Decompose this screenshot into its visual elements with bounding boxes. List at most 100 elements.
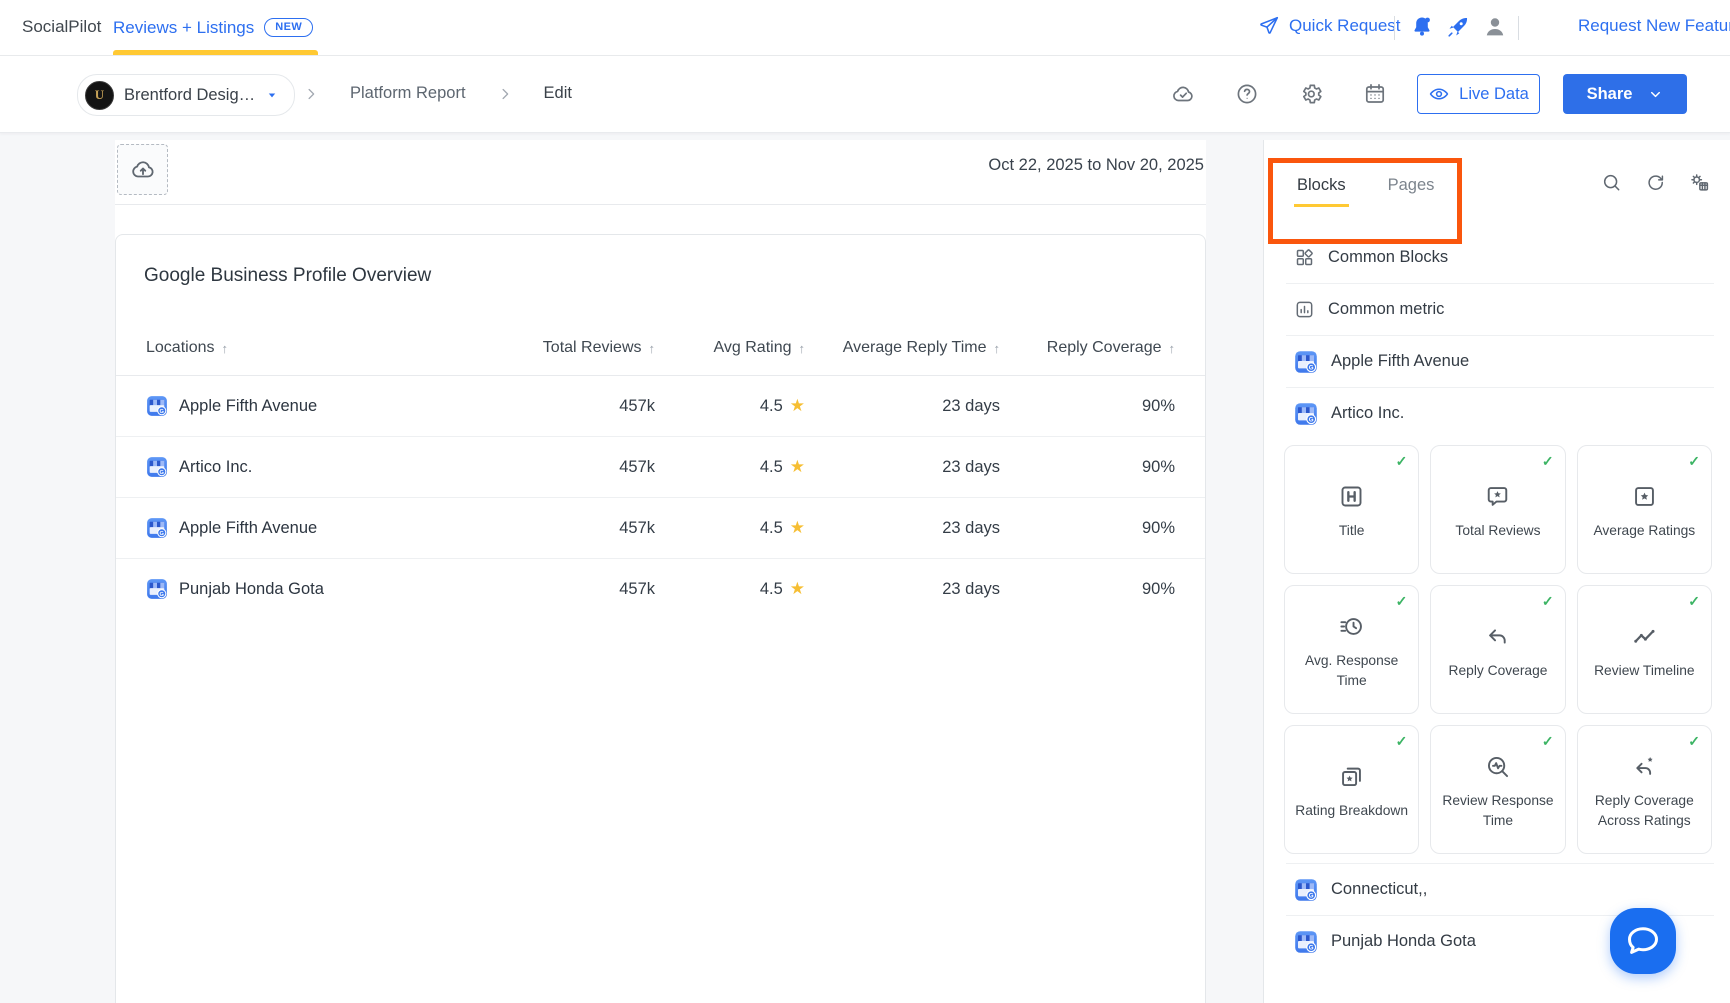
block-card-label: Reply Coverage	[1448, 662, 1548, 678]
account-name: Brentford Desig…	[124, 85, 256, 104]
report-date-range: Oct 22, 2025 to Nov 20, 2025	[988, 156, 1204, 174]
column-header-total-reviews[interactable]: Total Reviews ↑	[505, 339, 655, 357]
block-settings-icon[interactable]	[1689, 172, 1710, 193]
sort-arrow-icon[interactable]: ↑	[1169, 341, 1176, 356]
notifications-bell-icon[interactable]	[1410, 15, 1434, 39]
refresh-icon[interactable]	[1645, 172, 1666, 193]
check-icon: ✓	[1688, 453, 1700, 469]
total-reviews-value: 457k	[619, 518, 655, 537]
chevron-down-icon	[1651, 91, 1661, 97]
avg-rating-value: 4.5 ★	[759, 396, 805, 415]
eye-icon	[1429, 88, 1449, 100]
block-card-review-timeline[interactable]: ✓ Review Timeline	[1576, 585, 1712, 714]
paper-plane-icon	[1260, 16, 1279, 34]
column-header-locations[interactable]: Locations ↑	[146, 339, 505, 357]
column-header-avg-rating[interactable]: Avg Rating ↑	[655, 339, 805, 357]
breadcrumb-platform-report[interactable]: Platform Report	[350, 84, 466, 103]
sort-arrow-icon[interactable]: ↑	[222, 341, 229, 356]
report-canvas: Oct 22, 2025 to Nov 20, 2025 Google Busi…	[115, 140, 1206, 1003]
sidebar-item-label: Connecticut,,	[1331, 880, 1428, 898]
avg-rating-value: 4.5 ★	[759, 579, 805, 598]
reply-arrow-icon	[1489, 629, 1507, 644]
sidebar-item-common-blocks[interactable]: Common Blocks	[1286, 232, 1714, 284]
table-header-row: Locations ↑ Total Reviews ↑ Avg Rating ↑…	[116, 287, 1205, 376]
tab-reviews-listings[interactable]: Reviews + Listings NEW	[113, 0, 314, 55]
gbp-overview-card: Google Business Profile Overview Locatio…	[115, 234, 1206, 1003]
sidebar-tabs: Blocks Pages	[1294, 176, 1437, 207]
block-card-reply-coverage[interactable]: ✓ Reply Coverage	[1430, 585, 1566, 714]
check-icon: ✓	[1688, 733, 1700, 749]
block-card-average-ratings[interactable]: ✓ Average Ratings	[1576, 445, 1712, 574]
location-cell: Punjab Honda Gota	[146, 578, 505, 600]
sidebar-item-common-metric[interactable]: Common metric	[1286, 284, 1714, 336]
whats-new-rocket-icon[interactable]	[1446, 15, 1470, 39]
reply-star-icon	[1636, 757, 1653, 776]
table-row: Apple Fifth Avenue 457k 4.5 ★ 23 days 90%	[116, 376, 1205, 437]
quick-request-button[interactable]: Quick Request	[1258, 15, 1401, 37]
blocks-sidebar: Blocks Pages Common Blocks Common metric…	[1263, 140, 1730, 1003]
active-tab-underline	[113, 50, 318, 55]
star-icon: ★	[789, 396, 805, 415]
google-business-profile-icon	[1294, 878, 1318, 902]
check-icon: ✓	[1688, 593, 1700, 609]
block-card-avg-response-time[interactable]: ✓ Avg. Response Time	[1284, 585, 1420, 714]
live-data-button[interactable]: Live Data	[1417, 74, 1540, 114]
block-card-label: Review Timeline	[1594, 662, 1695, 678]
chat-bubble-icon	[1628, 927, 1658, 954]
check-icon: ✓	[1541, 733, 1554, 749]
tab-pages[interactable]: Pages	[1385, 176, 1438, 207]
tab-blocks[interactable]: Blocks	[1294, 176, 1349, 207]
share-button[interactable]: Share	[1563, 74, 1687, 114]
block-card-rating-breakdown[interactable]: ✓ Rating Breakdown	[1284, 725, 1420, 854]
block-card-reply-coverage-across-ratings[interactable]: ✓ Reply Coverage Across Ratings	[1576, 725, 1712, 854]
star-icon: ★	[789, 518, 805, 537]
profile-avatar-icon[interactable]	[1483, 15, 1507, 39]
settings-gear-icon[interactable]	[1299, 82, 1323, 106]
search-pulse-icon	[1488, 757, 1509, 778]
top-nav: SocialPilot Reviews + Listings NEW Quick…	[0, 0, 1730, 56]
cloud-saved-icon[interactable]	[1171, 82, 1195, 106]
block-card-label: Rating Breakdown	[1295, 802, 1409, 818]
account-selector[interactable]: U Brentford Desig…	[77, 74, 296, 116]
column-header-average-reply-time[interactable]: Average Reply Time ↑	[805, 339, 1000, 357]
caret-down-icon	[268, 93, 276, 98]
blocks-grid-icon	[1296, 249, 1313, 266]
google-business-profile-icon	[1294, 402, 1318, 426]
sidebar-item-label: Punjab Honda Gota	[1331, 932, 1476, 950]
check-icon: ✓	[1395, 453, 1408, 469]
rating-copy-star-icon	[1342, 767, 1362, 786]
column-header-reply-coverage[interactable]: Reply Coverage ↑	[1000, 339, 1175, 357]
cloud-upload-icon	[131, 160, 154, 177]
chevron-right-icon	[502, 88, 508, 99]
check-icon: ✓	[1541, 453, 1554, 469]
sidebar-item-label: Common Blocks	[1328, 248, 1449, 266]
google-business-profile-icon	[146, 578, 168, 600]
search-icon[interactable]	[1601, 172, 1622, 193]
block-cards-grid: ✓ Title ✓ Total Reviews ✓ Average Rating…	[1284, 445, 1712, 854]
google-business-profile-icon	[1294, 350, 1318, 374]
block-card-label: Title	[1338, 522, 1365, 538]
table-row: Artico Inc. 457k 4.5 ★ 23 days 90%	[116, 437, 1205, 498]
brand-logo[interactable]: SocialPilot	[22, 17, 101, 37]
heading-icon	[1341, 486, 1362, 507]
block-card-label: Average Ratings	[1593, 522, 1696, 538]
sidebar-item-location[interactable]: Apple Fifth Avenue	[1286, 336, 1714, 388]
block-card-review-response-time[interactable]: ✓ Review Response Time	[1430, 725, 1566, 854]
sidebar-item-location[interactable]: Artico Inc.	[1286, 388, 1714, 439]
location-cell: Apple Fifth Avenue	[146, 517, 505, 539]
avg-reply-time-value: 23 days	[942, 579, 1000, 598]
logo-upload-dropzone[interactable]	[117, 144, 168, 195]
help-icon[interactable]	[1235, 82, 1259, 106]
block-card-title[interactable]: ✓ Title	[1284, 445, 1420, 574]
sidebar-header-actions	[1601, 172, 1710, 193]
table-row: Punjab Honda Gota 457k 4.5 ★ 23 days 90%	[116, 559, 1205, 619]
request-new-feature-link[interactable]: Request New Feature	[1578, 16, 1730, 36]
calendar-icon[interactable]	[1363, 82, 1387, 106]
nav-divider	[1394, 16, 1395, 40]
block-card-label: Reply Coverage Across Ratings	[1594, 793, 1694, 828]
block-card-total-reviews[interactable]: ✓ Total Reviews	[1430, 445, 1566, 574]
google-business-profile-icon	[146, 456, 168, 478]
avg-reply-time-value: 23 days	[942, 457, 1000, 476]
google-business-profile-icon	[146, 517, 168, 539]
chat-widget-button[interactable]	[1610, 908, 1676, 974]
